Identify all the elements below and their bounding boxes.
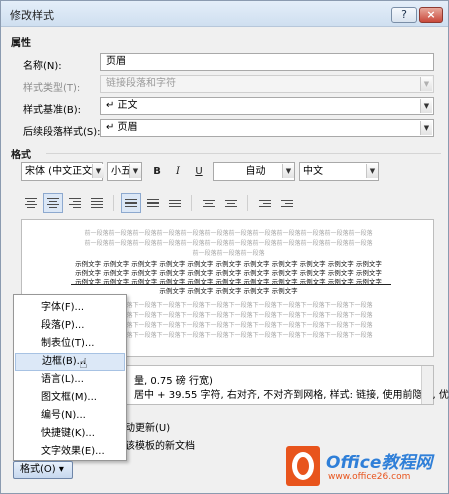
align-left-icon[interactable]: [21, 193, 41, 213]
preview-previous-paragraph: 前一段落前一段落前一段落: [192, 250, 265, 257]
description-scrollbar[interactable]: [421, 366, 433, 404]
format-dropdown-menu: 字体(F)... 段落(P)... 制表位(T)... 边框(B)... 语言(…: [13, 294, 127, 461]
format-section-label: 格式: [11, 150, 31, 161]
bold-button[interactable]: B: [148, 162, 166, 181]
format-button[interactable]: 格式(O) ▾: [13, 461, 73, 479]
name-label: 名称(N):: [23, 61, 62, 72]
following-style-dropdown[interactable]: ↵ 页眉 ▼: [100, 119, 434, 137]
title-bar: 修改样式 ? ×: [1, 1, 448, 27]
style-type-label: 样式类型(T):: [23, 83, 81, 94]
double-spacing-icon[interactable]: [165, 193, 185, 213]
font-name-dropdown[interactable]: 宋体 (中文正文): [21, 162, 103, 181]
modify-style-dialog: 修改样式 ? × 属性 名称(N): 页眉 样式类型(T): 链接段落和字符 ▼…: [0, 0, 449, 494]
based-on-dropdown[interactable]: ↵ 正文 ▼: [100, 97, 434, 115]
language-value: 中文: [303, 166, 323, 177]
close-button[interactable]: ×: [419, 7, 443, 23]
menu-item-frame[interactable]: 图文框(M)...: [15, 389, 125, 407]
menu-item-numbering[interactable]: 编号(N)...: [15, 407, 125, 425]
justify-icon[interactable]: [87, 193, 107, 213]
mouse-cursor-icon: ☝: [79, 356, 88, 372]
toolbar-separator: [247, 195, 248, 211]
font-name-value: 宋体 (中文正文): [25, 166, 96, 177]
chevron-down-icon[interactable]: ▼: [282, 164, 294, 178]
increase-paragraph-spacing-icon[interactable]: [199, 193, 219, 213]
font-size-value: 小五: [111, 166, 131, 177]
align-right-icon[interactable]: [65, 193, 85, 213]
preview-bottom-border: [71, 284, 391, 285]
preview-previous-paragraph: 前一段落前一段落前一段落前一段落前一段落前一段落前一段落前一段落前一段落前一段落…: [84, 230, 373, 237]
single-spacing-icon[interactable]: [121, 193, 141, 213]
chevron-down-icon[interactable]: ▼: [420, 121, 432, 135]
align-center-icon[interactable]: [43, 193, 63, 213]
help-button[interactable]: ?: [391, 7, 417, 23]
chevron-down-icon[interactable]: ▼: [129, 164, 141, 178]
following-style-label: 后续段落样式(S):: [23, 127, 101, 138]
description-line: 居中 + 39.55 字符, 右对齐, 不对齐到网格, 样式: 链接, 使用前隐…: [134, 390, 449, 401]
based-on-label: 样式基准(B):: [23, 105, 82, 116]
properties-section-label: 属性: [11, 38, 31, 49]
style-type-dropdown: 链接段落和字符 ▼: [100, 75, 434, 93]
menu-item-text-effects[interactable]: 文字效果(E)...: [15, 443, 125, 461]
toolbar-separator: [113, 195, 114, 211]
preview-previous-paragraph: 前一段落前一段落前一段落前一段落前一段落前一段落前一段落前一段落前一段落前一段落…: [84, 240, 373, 247]
chevron-down-icon[interactable]: ▼: [366, 164, 378, 178]
toolbar-separator: [191, 195, 192, 211]
menu-item-paragraph[interactable]: 段落(P)...: [15, 317, 125, 335]
menu-item-border[interactable]: 边框(B)...: [15, 353, 125, 371]
menu-item-shortcut-key[interactable]: 快捷键(K)...: [15, 425, 125, 443]
auto-update-checkbox-label[interactable]: 动更新(U): [125, 419, 170, 434]
style-type-value: 链接段落和字符: [106, 78, 176, 89]
dialog-title: 修改样式: [10, 9, 54, 22]
decrease-indent-icon[interactable]: [255, 193, 275, 213]
watermark-url: www.office26.com: [328, 472, 411, 482]
menu-item-font[interactable]: 字体(F)...: [15, 299, 125, 317]
menu-item-language[interactable]: 语言(L)...: [15, 371, 125, 389]
based-on-value: ↵ 正文: [106, 100, 138, 111]
menu-item-tabs[interactable]: 制表位(T)...: [15, 335, 125, 353]
watermark-brand: Office教程网: [326, 453, 433, 473]
decrease-paragraph-spacing-icon[interactable]: [221, 193, 241, 213]
font-color-value: 自动: [245, 166, 266, 177]
underline-button[interactable]: U: [190, 162, 208, 181]
italic-button[interactable]: I: [169, 162, 187, 181]
chevron-down-icon: ▼: [420, 77, 432, 91]
chevron-down-icon[interactable]: ▼: [92, 164, 104, 178]
one-half-spacing-icon[interactable]: [143, 193, 163, 213]
chevron-down-icon[interactable]: ▼: [420, 99, 432, 113]
following-style-value: ↵ 页眉: [106, 122, 138, 133]
description-line: 量, 0.75 磅 行宽): [134, 376, 213, 387]
template-checkbox-label[interactable]: 该模板的新文档: [125, 437, 195, 452]
paragraph-toolbar: [21, 193, 441, 213]
increase-indent-icon[interactable]: [277, 193, 297, 213]
name-input[interactable]: 页眉: [100, 53, 434, 71]
section-divider: [46, 153, 441, 154]
office-logo-ring: [292, 452, 314, 480]
watermark-logo: Office教程网 www.office26.com: [286, 442, 446, 492]
